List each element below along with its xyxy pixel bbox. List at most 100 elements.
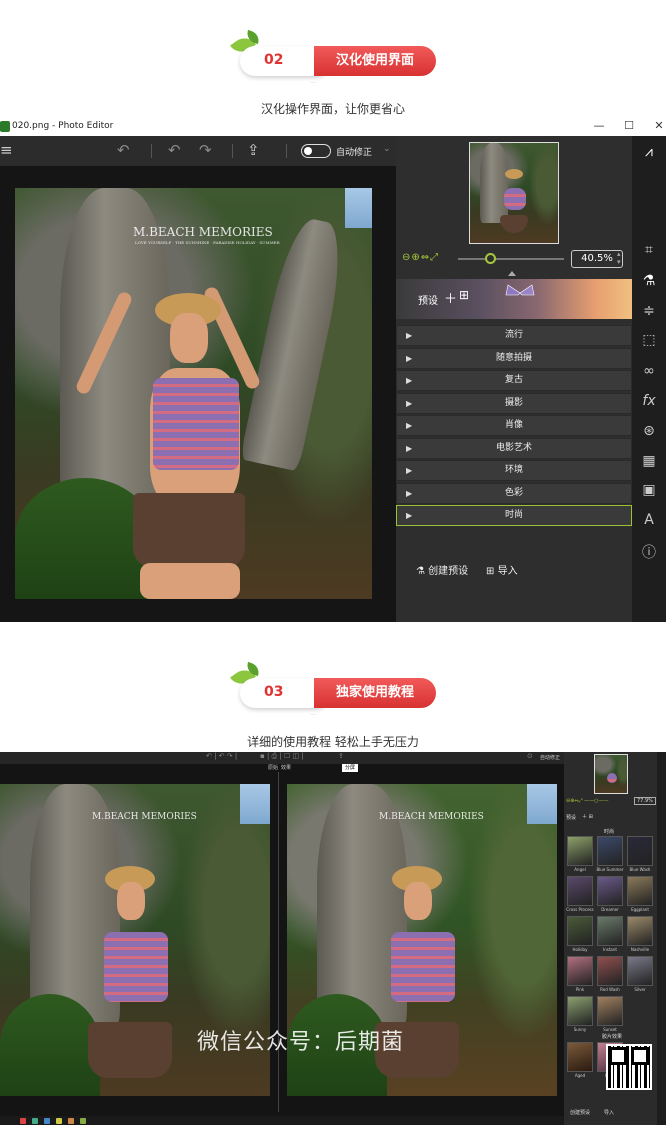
undo-icon[interactable]: ↶ (117, 141, 130, 159)
main-photo[interactable]: M.BEACH MEMORIES LOVE YOURSELF · THE SUN… (15, 188, 372, 599)
import-button[interactable]: ⊞ 导入 (486, 562, 518, 577)
preset-category-item[interactable]: ▶ 环境 (396, 460, 632, 481)
preset-category-item[interactable]: ▶ 复古 (396, 370, 632, 391)
preset-thumbnail[interactable] (567, 916, 593, 946)
zoom-tools-icon[interactable]: ⊖⊕⇔⤢ (402, 252, 439, 263)
mini-mark: ... (310, 78, 316, 85)
tool-rail (657, 752, 666, 1125)
taskbar-icon[interactable] (68, 1118, 74, 1124)
preset-thumbnail[interactable] (597, 876, 623, 906)
preset-category-label: 肖像 (504, 420, 523, 430)
create-preset-button[interactable]: ⚗ 创建预设 (416, 562, 468, 577)
preset-thumbnail[interactable] (567, 956, 593, 986)
sliders-icon[interactable]: ≑ (632, 303, 666, 319)
menu-icon[interactable]: ≡ (0, 141, 13, 159)
info-icon[interactable]: ⓘ (632, 542, 666, 562)
top-toolbar: ↶ | ↶ ↷ | ▪ | ⎙ | ☐ ◫ | ⇪ ⊙ 自动修正 (0, 752, 564, 764)
save-icon[interactable]: ▪ | ⎙ | ☐ ◫ | (260, 752, 304, 761)
preset-category-item[interactable]: ▶ 色彩 (396, 482, 632, 504)
image-canvas[interactable]: M.BEACH MEMORIES LOVE YOURSELF · THE SUN… (0, 166, 396, 622)
watermark-subtitle: LOVE YOURSELF · THE SUNSHINE · PARADISE … (135, 240, 280, 245)
photo-sky (240, 784, 270, 824)
wechat-watermark: 微信公众号：后期菌 (197, 1030, 405, 1055)
color-circles-icon[interactable]: ⊛ (632, 423, 666, 439)
section-number: 02 (264, 52, 284, 68)
taskbar-icon[interactable] (32, 1118, 38, 1124)
preset-thumbnail-label: Nashville (630, 947, 650, 952)
preset-thumbnail[interactable] (567, 836, 593, 866)
preset-category-item[interactable]: ▶ 流行 (396, 325, 632, 346)
share-icon[interactable]: ⇪ (338, 752, 344, 760)
preset-category-item[interactable]: ▶ 随意拍摄 (396, 347, 632, 369)
photo-editor-compare-window: ↶ | ↶ ↷ | ▪ | ⎙ | ☐ ◫ | ⇪ ⊙ 自动修正 原始 效果 分… (0, 752, 666, 1125)
glasses-icon[interactable]: ∞ (632, 363, 666, 379)
undo-step-icon[interactable]: ↶ (168, 141, 181, 159)
taskbar-icon[interactable] (44, 1118, 50, 1124)
undo-icon[interactable]: ↶ | ↶ ↷ | (206, 752, 237, 760)
face (404, 882, 432, 920)
brown-shorts (88, 1022, 172, 1078)
maximize-button[interactable]: ☐ (622, 119, 636, 133)
preset-category-label: 时尚 (504, 510, 523, 520)
navigator-thumbnail[interactable] (469, 142, 559, 244)
preset-thumbnail[interactable] (597, 836, 623, 866)
add-preset-icon[interactable]: ＋ ⊞ (582, 813, 593, 820)
preset-thumbnail[interactable] (627, 916, 653, 946)
text-icon[interactable]: A (632, 512, 666, 528)
preset-thumbnail[interactable] (567, 996, 593, 1026)
taskbar-icon[interactable] (56, 1118, 62, 1124)
preset-thumbnail[interactable] (627, 876, 653, 906)
zoom-spinner-icon[interactable]: ▴ ▾ (617, 250, 621, 266)
preset-category-item-active[interactable]: ▶ 时尚 (396, 505, 632, 526)
section-title: 独家使用教程 (314, 678, 436, 708)
preset-thumbnail[interactable] (597, 956, 623, 986)
histogram-icon[interactable]: ⩘ (632, 144, 666, 160)
preset-thumbnail-label: Eggplant (631, 907, 649, 912)
preset-category-label: 电影艺术 (495, 442, 532, 453)
zoom-slider-knob[interactable] (485, 253, 496, 264)
minimize-button[interactable]: — (592, 119, 606, 133)
frame-icon[interactable]: ▣ (632, 482, 666, 498)
add-preset-icon[interactable]: ＋ (444, 288, 457, 307)
preset-thumbnail[interactable] (597, 996, 623, 1026)
collapse-caret-icon[interactable] (508, 271, 516, 276)
navigator-thumbnail[interactable] (594, 754, 628, 794)
create-preset-label[interactable]: 创建预设 (570, 1109, 590, 1116)
grid-icon[interactable]: ▦ (632, 453, 666, 469)
zoom-tools-icon[interactable]: ⊖⊕⇔⤢ ——○—— (566, 798, 609, 804)
zoom-slider[interactable] (458, 258, 564, 260)
preset-thumbnail[interactable] (627, 956, 653, 986)
divider (232, 144, 233, 158)
preset-thumbnail[interactable] (597, 916, 623, 946)
crop-icon[interactable]: ⌗ (632, 242, 666, 258)
import-label[interactable]: 导入 (604, 1109, 614, 1116)
fx-icon[interactable]: fx (632, 393, 666, 409)
preset-category-item[interactable]: ▶ 摄影 (396, 392, 632, 414)
auto-fix-toggle[interactable]: ⊙ (527, 752, 533, 760)
chevron-down-icon[interactable]: ⌄ (383, 144, 391, 154)
zoom-value-input[interactable]: 77.9% (634, 797, 656, 805)
preset-thumbnail[interactable] (567, 1042, 593, 1072)
auto-fix-toggle[interactable] (301, 144, 331, 158)
preset-grid-icon[interactable]: ⊞ (459, 288, 469, 302)
preset-category-item[interactable]: ▶ 肖像 (396, 415, 632, 436)
compare-label-effect: 效果 (281, 765, 292, 771)
close-button[interactable]: ✕ (652, 119, 666, 133)
taskbar-icon[interactable] (80, 1118, 86, 1124)
butterfly-icon (505, 284, 535, 296)
split-divider[interactable] (278, 772, 279, 1112)
auto-fix-label: 自动修正 (336, 148, 373, 158)
preset-thumbnail[interactable] (567, 876, 593, 906)
zoom-value-input[interactable]: 40.5% (571, 250, 623, 268)
preset-category-item[interactable]: ▶ 电影艺术 (396, 437, 632, 459)
taskbar-icon[interactable] (20, 1118, 26, 1124)
tool-rail: ⩘ ⌗ ⚗ ≑ ⬚ ∞ fx ⊛ ▦ ▣ A ⓘ (632, 136, 666, 622)
preset-category-label: 流行 (504, 330, 523, 340)
selection-icon[interactable]: ⬚ (632, 332, 666, 348)
share-icon[interactable]: ⇪ (247, 141, 260, 159)
redo-icon[interactable]: ↷ (199, 141, 212, 159)
section-title: 汉化使用界面 (314, 46, 436, 76)
side-panel: ⊖⊕⇔⤢ 40.5% ▴ ▾ 预设 ＋ ⊞ ▶ 流行 ▶ 随意拍摄 ▶ 复古 ▶ 摄影 ▶… (396, 136, 632, 622)
preset-thumbnail[interactable] (627, 836, 653, 866)
flask-icon[interactable]: ⚗ (632, 273, 666, 289)
